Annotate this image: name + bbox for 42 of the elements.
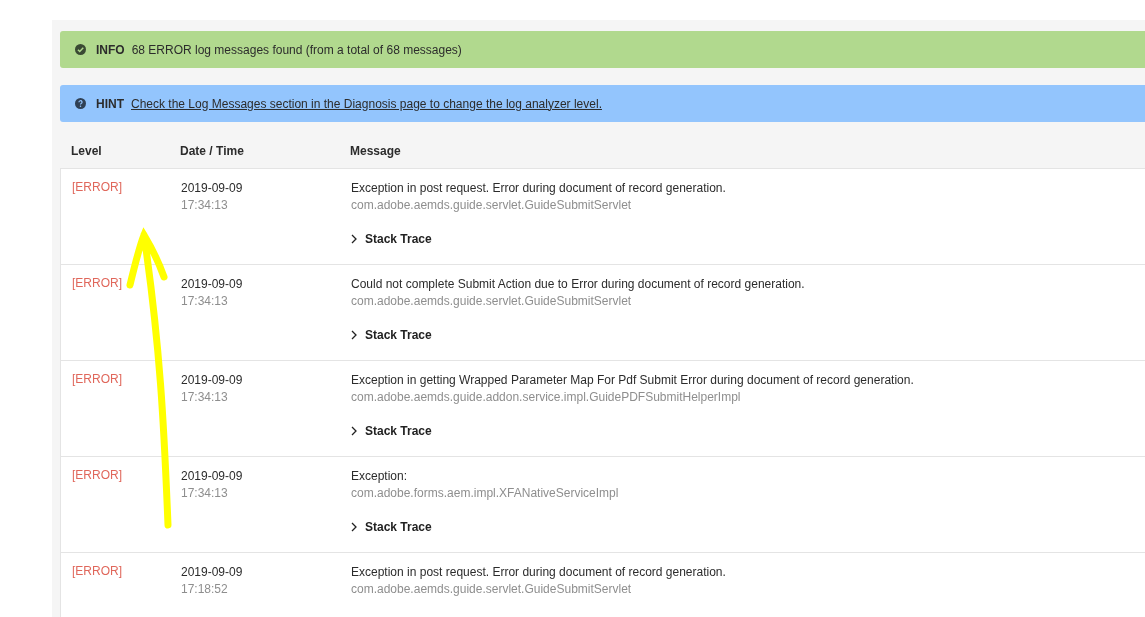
level-cell: [ERROR] (72, 564, 122, 578)
time-cell-text: 17:18:52 (181, 581, 228, 598)
time-cell-text: 17:34:13 (181, 197, 228, 214)
date-cell: 2019-09-09 (181, 180, 243, 196)
message-text: Exception in post request. Error during document of record generation. (351, 180, 726, 196)
message-text: Exception in post request. Error during document of record generation. (351, 564, 726, 580)
column-header: Message (350, 144, 402, 158)
source-class-text: com.adobe.aemds.guide.servlet.GuideSubmitServlet (351, 293, 632, 310)
time-cell-text: 17:34:13 (181, 293, 228, 310)
message-text: Exception in getting Wrapped Parameter Map For Pdf Submit Error during document of record generation. (351, 372, 914, 388)
diagnosis-link[interactable]: Check the Log Messages section in the Diagnosis page to change the log analyzer level. (131, 96, 602, 111)
chevron-icon (351, 522, 357, 532)
info-label: INFO (96, 42, 125, 57)
level-cell: [ERROR] (72, 468, 122, 482)
stack-trace-toggle[interactable]: Stack Trace (351, 420, 432, 442)
time-cell-text: 17:34:13 (181, 389, 228, 406)
level-cell: [ERROR] (72, 180, 122, 194)
hint-label: HINT (96, 96, 124, 111)
source-class-text: com.adobe.forms.aem.impl.XFANativeServiceImpl (351, 485, 619, 502)
chevron-icon (351, 330, 357, 340)
source-class-text: com.adobe.aemds.guide.servlet.GuideSubmitServlet (351, 197, 632, 214)
message-text: Exception: (351, 468, 408, 484)
source-class-text: com.adobe.aemds.guide.servlet.GuideSubmitServlet (351, 581, 632, 598)
date-cell: 2019-09-09 (181, 468, 243, 484)
stack-trace-toggle[interactable]: Stack Trace (351, 324, 432, 346)
help-icon (75, 98, 86, 109)
level-cell: [ERROR] (72, 372, 122, 386)
info-message: 68 ERROR log messages found (from a total of 68 messages) (131, 42, 462, 57)
date-cell: 2019-09-09 (181, 564, 243, 580)
time-cell-text: 17:34:13 (181, 485, 228, 502)
source-class-text: com.adobe.aemds.guide.addon.service.impl.GuidePDFSubmitHelperImpl (351, 389, 741, 406)
message-text: Could not complete Submit Action due to Error during document of record generation. (351, 276, 805, 292)
chevron-icon (351, 426, 357, 436)
stack-trace-toggle[interactable]: Stack Trace (351, 228, 432, 250)
date-cell: 2019-09-09 (181, 372, 243, 388)
chevron-icon (351, 234, 357, 244)
stack-trace-toggle[interactable]: Stack Trace (351, 516, 432, 538)
column-header: Level (70, 144, 103, 158)
date-cell: 2019-09-09 (181, 276, 243, 292)
check-circle-icon (75, 44, 86, 55)
column-header: Date / Time (180, 144, 245, 158)
level-cell: [ERROR] (72, 276, 122, 290)
